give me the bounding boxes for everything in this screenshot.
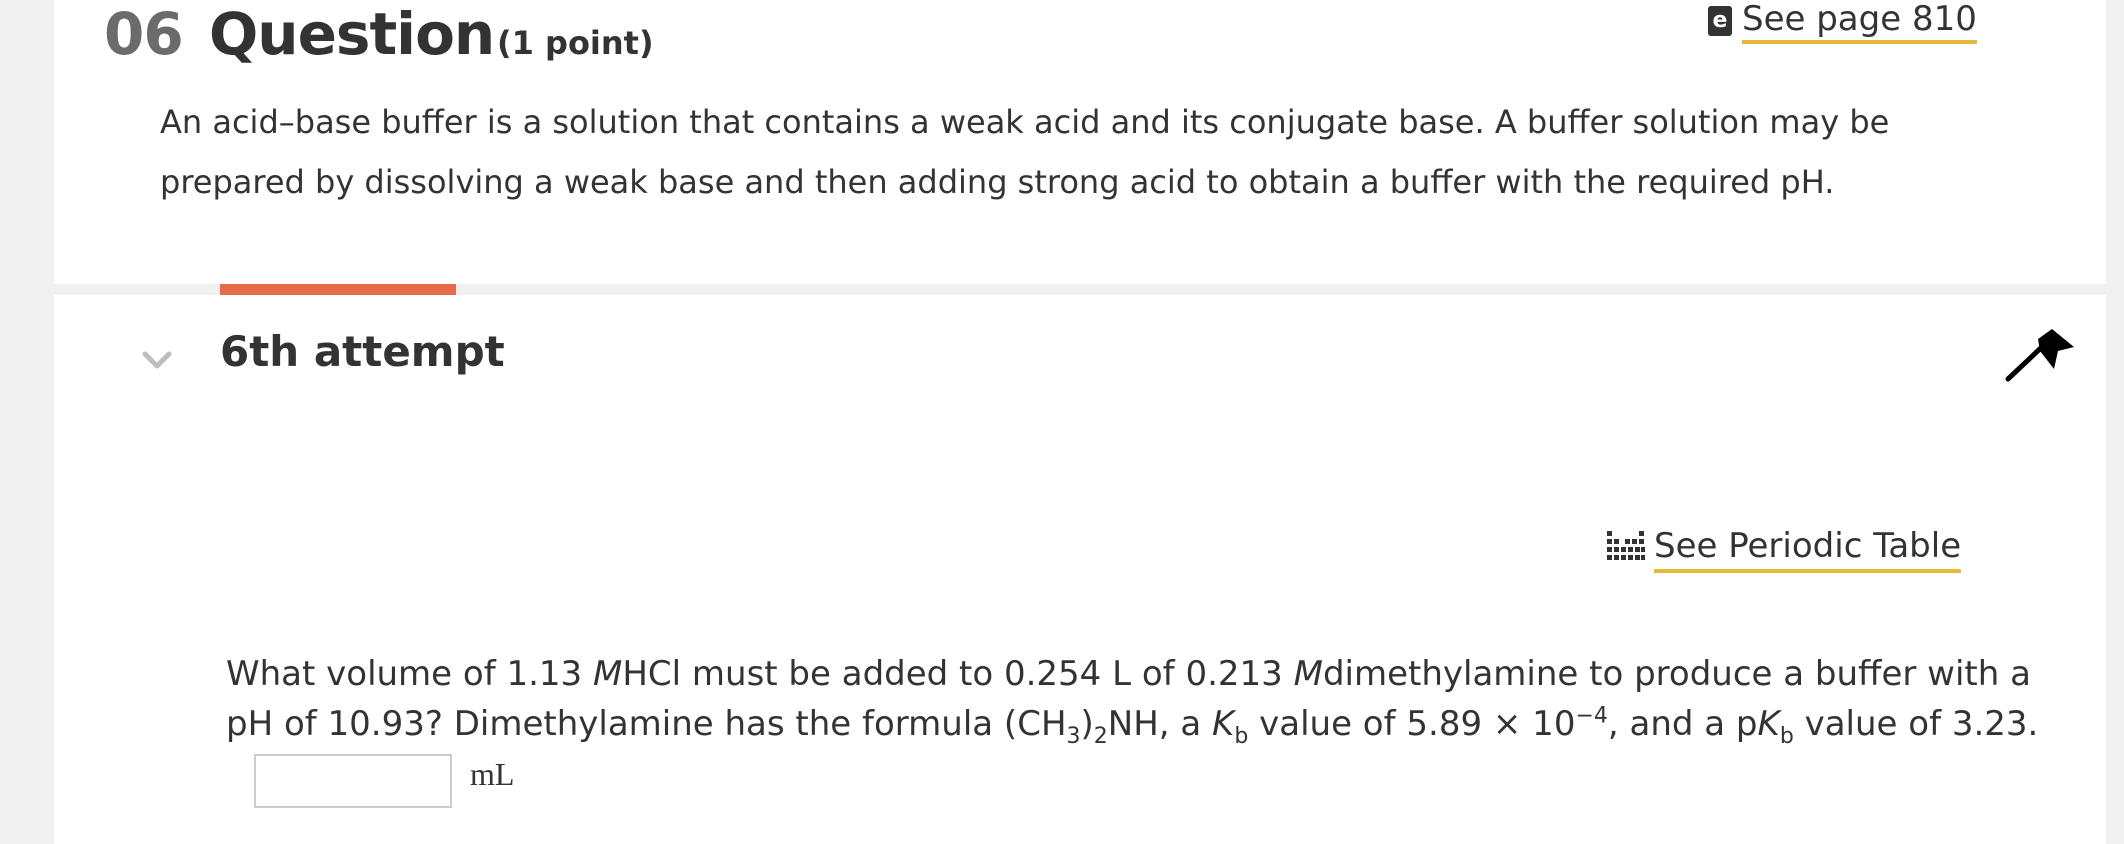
chevron-down-icon[interactable] [140, 343, 174, 377]
periodic-table-icon [1607, 531, 1645, 560]
attempt-title: 6th attempt [220, 327, 505, 376]
answer-row: mL [254, 754, 514, 808]
question-intro: An acid–base buffer is a solution that c… [160, 103, 1890, 201]
question-points: (1 point) [497, 24, 654, 62]
question-number: 06 [104, 0, 184, 68]
question-text: What volume of 1.13 MHCl must be added t… [226, 654, 2039, 749]
question-header-panel: 06 Question (1 point) e See page 810 An … [54, 0, 2106, 284]
question-heading: Question [209, 0, 495, 68]
see-page-link[interactable]: e See page 810 [1708, 0, 1977, 50]
see-periodic-table-label: See Periodic Table [1654, 527, 1962, 573]
attempt-panel: 6th attempt See Periodic Table What volu… [54, 295, 2106, 844]
attempt-tab-indicator [220, 284, 456, 295]
answer-unit-label: mL [470, 755, 515, 792]
see-page-label: See page 810 [1742, 0, 1977, 44]
ebook-icon: e [1708, 6, 1732, 36]
answer-input[interactable] [254, 754, 452, 808]
flag-icon[interactable] [2004, 329, 2076, 383]
see-periodic-table-link[interactable]: See Periodic Table [1606, 527, 1962, 577]
